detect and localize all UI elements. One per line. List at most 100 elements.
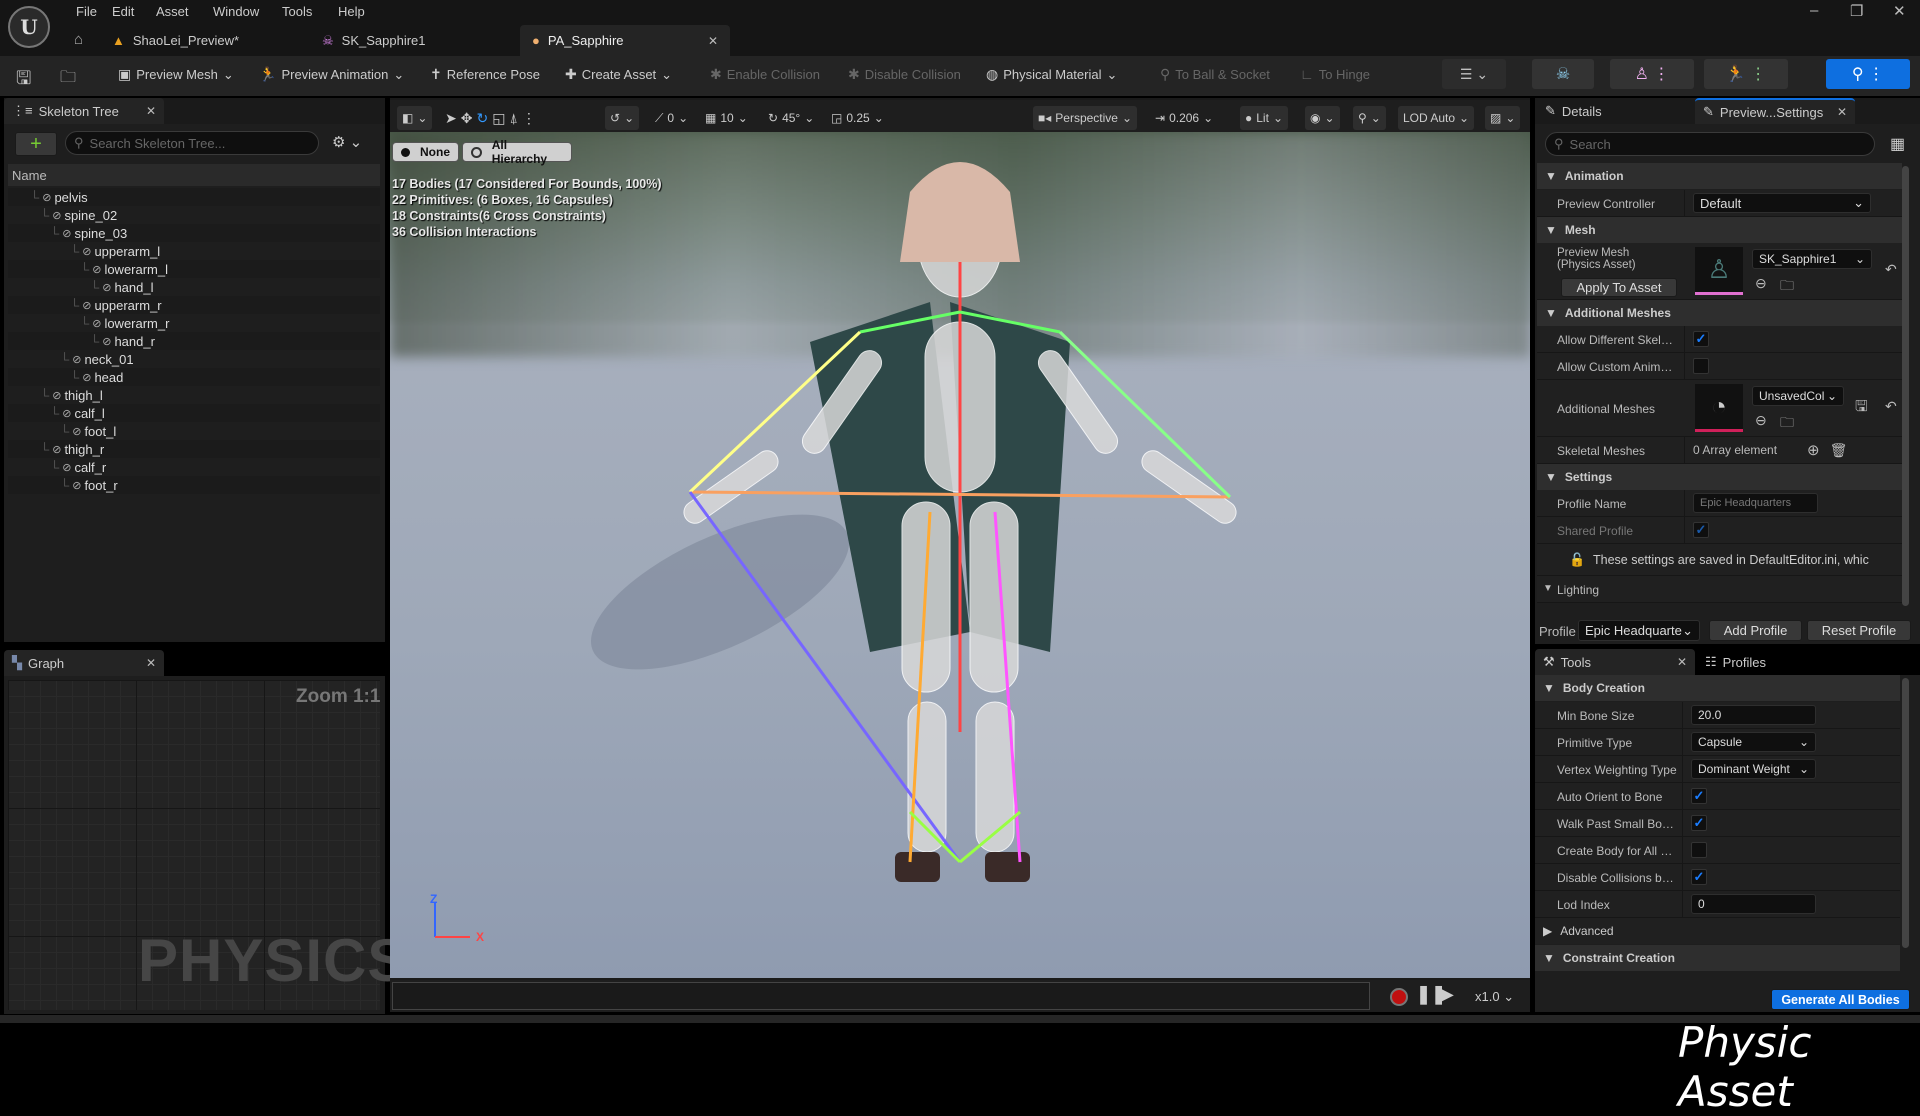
bone-upperarm_l[interactable]: └ ⊘ upperarm_l <box>70 242 160 260</box>
number-input[interactable]: 0 <box>1691 894 1816 914</box>
tab-profiles[interactable]: ☷ Profiles <box>1697 649 1817 675</box>
bone-thigh_l[interactable]: └ ⊘ thigh_l <box>40 386 103 404</box>
column-header-name[interactable]: Name <box>8 164 380 186</box>
lod-button[interactable]: LOD Auto ⌄ <box>1398 106 1475 130</box>
allow-different-skeleton-checkbox[interactable]: ✓ <box>1693 331 1709 347</box>
tab-tools[interactable]: ⚒ Tools ✕ <box>1535 649 1695 675</box>
additional-meshes-select[interactable]: UnsavedCol ⌄ <box>1752 386 1844 406</box>
physical-material-button[interactable]: ◍ Physical Material ⌄ <box>986 66 1117 83</box>
use-selected-icon[interactable]: ⊖ <box>1755 275 1767 292</box>
timeline-scrubber[interactable] <box>392 982 1370 1010</box>
bone-foot_l[interactable]: └ ⊘ foot_l <box>60 422 116 440</box>
reset-icon[interactable]: ↶ <box>1885 261 1897 278</box>
bone-thigh_r[interactable]: └ ⊘ thigh_r <box>40 440 104 458</box>
doc-tab-pa-sapphire[interactable]: ● PA_Sapphire ✕ <box>520 25 730 56</box>
disable-collision-button[interactable]: ✱ Disable Collision <box>848 66 961 83</box>
use-selected-icon[interactable]: ⊖ <box>1755 412 1767 429</box>
shared-profile-checkbox[interactable]: ✓ <box>1693 522 1709 538</box>
browse-asset-icon[interactable]: 🗀 <box>60 66 76 93</box>
dropdown[interactable]: Capsule ⌄ <box>1691 732 1816 752</box>
menu-window[interactable]: Window <box>213 4 259 19</box>
select-none-button[interactable]: None <box>392 142 459 162</box>
skeleton-mode-button[interactable]: ☠ <box>1532 59 1594 89</box>
mesh-mode-button[interactable]: ♙ ⋮ <box>1610 59 1694 89</box>
doc-tab-shaolei-preview-[interactable]: ▲ ShaoLei_Preview* <box>100 25 300 56</box>
lit-button[interactable]: ● Lit ⌄ <box>1240 106 1288 130</box>
playback-speed-button[interactable]: x1.0 ⌄ <box>1475 989 1514 1005</box>
rotation-snap-button[interactable]: ↻ 45° ⌄ <box>763 106 819 130</box>
bone-upperarm_r[interactable]: └ ⊘ upperarm_r <box>70 296 162 314</box>
mesh-thumbnail[interactable]: ♙ <box>1695 247 1743 295</box>
close-icon[interactable]: ✕ <box>146 104 156 118</box>
bone-calf_l[interactable]: └ ⊘ calf_l <box>50 404 105 422</box>
menu-help[interactable]: Help <box>338 4 365 19</box>
add-element-icon[interactable]: ⊕ <box>1807 441 1820 459</box>
bone-lowerarm_l[interactable]: └ ⊘ lowerarm_l <box>80 260 168 278</box>
viewport-scene[interactable]: Z X <box>390 132 1530 978</box>
section-animation[interactable]: ▼ Animation <box>1537 163 1902 189</box>
bone-spine_02[interactable]: └ ⊘ spine_02 <box>40 206 117 224</box>
reset-icon[interactable]: ↶ <box>1885 398 1897 415</box>
physics-mode-button[interactable]: ⚲ ⋮ <box>1826 59 1910 89</box>
doc-tab-sk-sapphire1[interactable]: ☠ SK_Sapphire1 <box>310 25 510 56</box>
step-forward-button[interactable]: ▶ <box>1440 984 1454 1005</box>
dropdown[interactable]: Dominant Weight ⌄ <box>1691 759 1816 779</box>
reset-profile-button[interactable]: Reset Profile <box>1807 620 1911 641</box>
details-scrollbar[interactable] <box>1902 166 1909 606</box>
number-input[interactable]: 20.0 <box>1691 705 1816 725</box>
preview-mesh-button[interactable]: ▣ Preview Mesh ⌄ <box>118 66 234 83</box>
generate-all-bodies-button[interactable]: Generate All Bodies <box>1771 989 1910 1010</box>
enable-collision-button[interactable]: ✱ Enable Collision <box>710 66 820 83</box>
close-icon[interactable]: ✕ <box>708 34 718 48</box>
to-ball-socket-button[interactable]: ⚲ To Ball & Socket <box>1160 66 1270 83</box>
bone-spine_03[interactable]: └ ⊘ spine_03 <box>50 224 127 242</box>
coordinate-space-button[interactable]: ↺ ⌄ <box>605 106 640 130</box>
browse-icon[interactable]: 🗀 <box>1780 275 1794 299</box>
bone-calf_r[interactable]: └ ⊘ calf_r <box>50 458 106 476</box>
bone-hand_l[interactable]: └ ⊘ hand_l <box>90 278 153 296</box>
to-hinge-button[interactable]: ∟ To Hinge <box>1300 66 1370 82</box>
physics-render-button[interactable]: ⚲ ⌄ <box>1353 106 1386 130</box>
allow-custom-animbp-checkbox[interactable] <box>1693 358 1709 374</box>
checkbox[interactable]: ✓ <box>1691 869 1707 885</box>
save-icon[interactable]: 🖫 <box>16 66 31 96</box>
tab-graph[interactable]: ▚ Graph ✕ <box>4 650 164 676</box>
preview-animation-button[interactable]: 🏃 Preview Animation ⌄ <box>259 66 404 83</box>
details-search-field[interactable] <box>1569 136 1866 152</box>
menu-asset[interactable]: Asset <box>156 4 189 19</box>
preview-controller-select[interactable]: Default ⌄ <box>1693 193 1871 213</box>
menu-edit[interactable]: Edit <box>112 4 134 19</box>
apply-to-asset-button[interactable]: Apply To Asset <box>1561 278 1677 297</box>
surface-snap-button[interactable]: ⟋ 0 ⌄ <box>650 106 693 130</box>
profile-select[interactable]: Epic Headquarte ⌄ <box>1578 620 1700 641</box>
section-body-creation[interactable]: ▼ Body Creation <box>1535 675 1900 701</box>
bone-foot_r[interactable]: └ ⊘ foot_r <box>60 476 118 494</box>
transform-tools[interactable]: ➤ ✥ ↻ ◱ ⍋ ⋮ <box>440 106 541 130</box>
browse-icon[interactable]: 🗀 <box>1780 412 1794 436</box>
tab-skeleton-tree[interactable]: ⋮≡ Skeleton Tree ✕ <box>4 98 164 124</box>
scale-snap-button[interactable]: ◲ 0.25 ⌄ <box>826 106 889 130</box>
select-mode-button[interactable]: ◧ ⌄ <box>397 106 433 130</box>
skeleton-search-input[interactable]: ⚲ <box>65 131 319 155</box>
close-icon[interactable]: ✕ <box>1837 105 1847 119</box>
skeleton-search-field[interactable] <box>89 135 310 151</box>
section-settings[interactable]: ▼ Settings <box>1537 464 1902 490</box>
maximize-button[interactable]: ❐ <box>1850 2 1863 20</box>
bone-lowerarm_r[interactable]: └ ⊘ lowerarm_r <box>80 314 169 332</box>
table-view-icon[interactable]: ▦ <box>1890 134 1905 154</box>
save-icon[interactable]: 🖫 <box>1855 396 1868 421</box>
camera-speed-button[interactable]: ⇥ 0.206 ⌄ <box>1150 106 1218 130</box>
unreal-logo[interactable]: U <box>8 6 50 48</box>
delete-icon[interactable]: 🗑 <box>1830 442 1848 459</box>
settings-gear-icon[interactable]: ⚙ ⌄ <box>332 133 362 151</box>
profile-name-input[interactable]: Epic Headquarters <box>1693 493 1818 513</box>
add-profile-button[interactable]: Add Profile <box>1709 620 1802 641</box>
home-icon[interactable]: ⌂ <box>74 31 83 48</box>
close-window-button[interactable]: ✕ <box>1893 2 1906 20</box>
close-icon[interactable]: ✕ <box>1677 655 1687 669</box>
checkbox[interactable]: ✓ <box>1691 788 1707 804</box>
tools-scrollbar[interactable] <box>1902 678 1909 948</box>
bone-hand_r[interactable]: └ ⊘ hand_r <box>90 332 155 350</box>
lighting-row[interactable]: ▼ Lighting <box>1537 576 1902 603</box>
section-constraint-creation[interactable]: ▼ Constraint Creation <box>1535 945 1900 971</box>
